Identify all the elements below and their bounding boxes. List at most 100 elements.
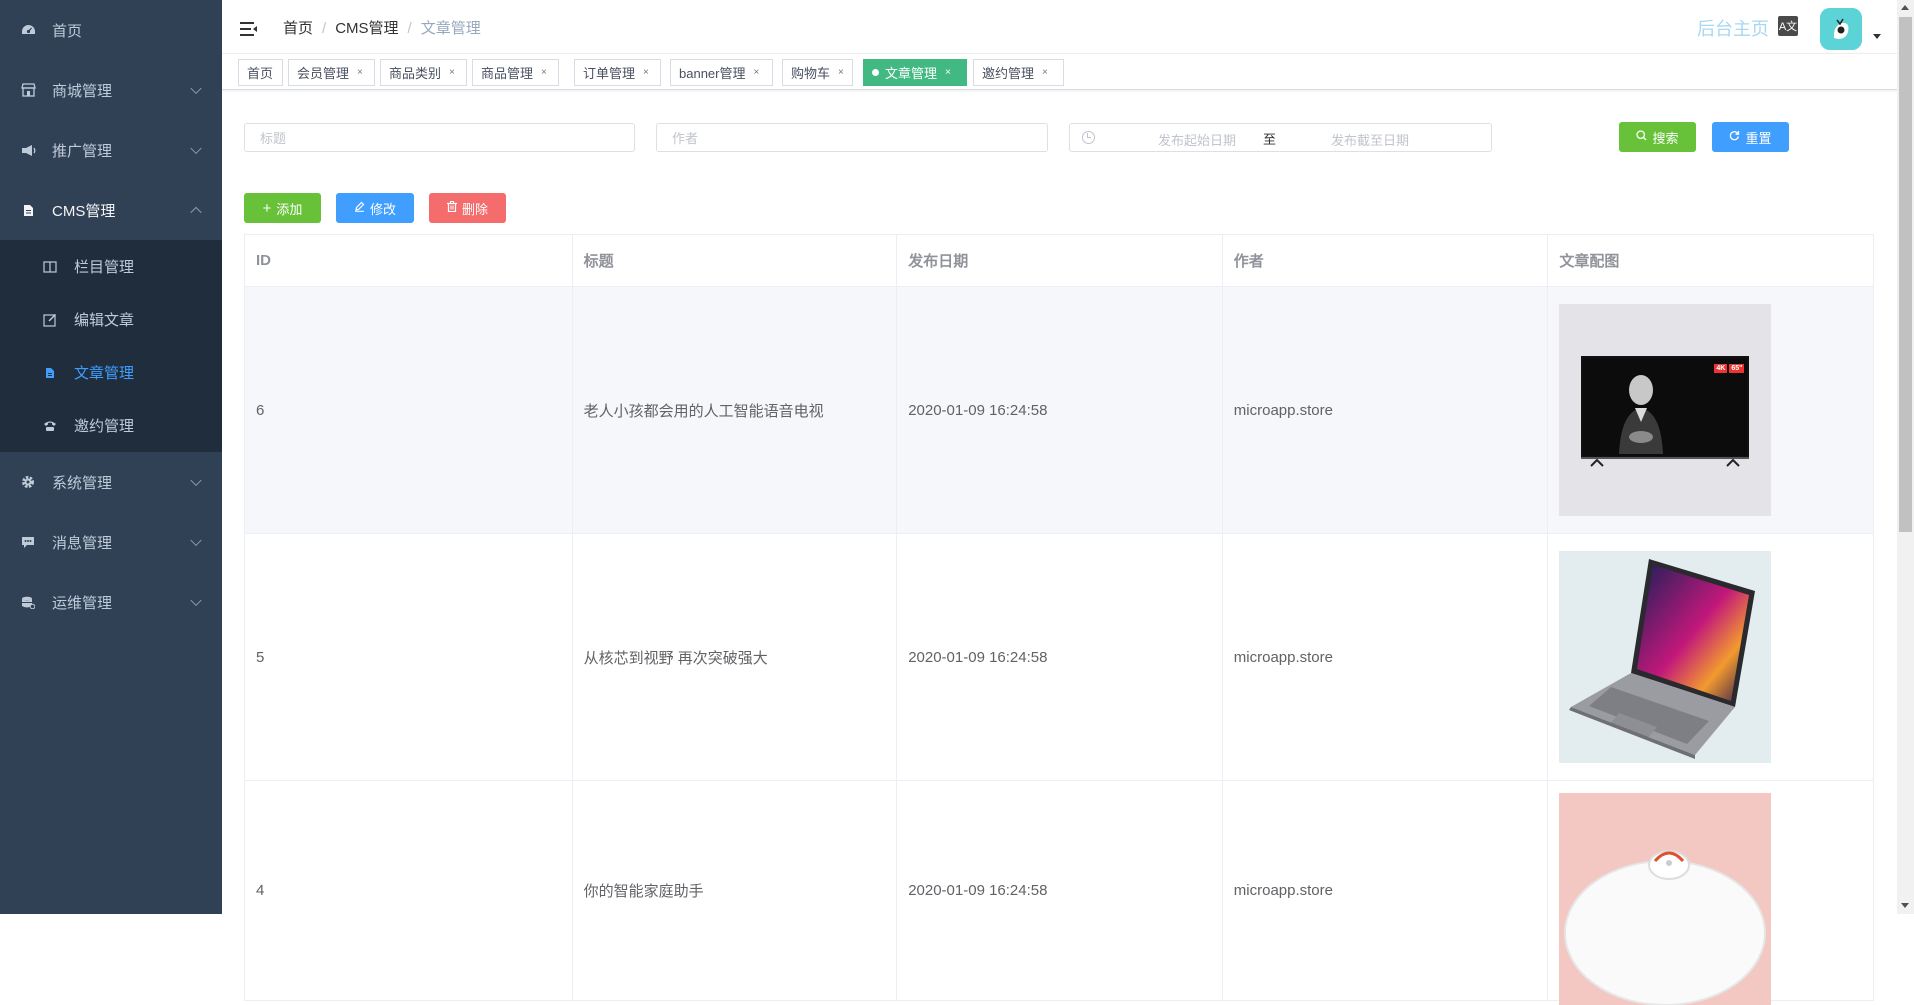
tag-article-active[interactable]: 文章管理 × <box>863 59 967 86</box>
sidebar-item-label: 推广管理 <box>52 142 113 160</box>
caret-down-icon[interactable] <box>1873 34 1881 39</box>
tag-label: banner管理 <box>679 66 746 81</box>
date-start-input[interactable]: 发布起始日期 <box>1142 130 1252 149</box>
tag-label: 会员管理 <box>297 66 350 81</box>
sidebar-item-promotion[interactable]: 推广管理 <box>0 120 222 180</box>
shop-icon <box>20 82 36 98</box>
book-icon <box>42 259 58 275</box>
cell-author: microapp.store <box>1223 534 1549 780</box>
tag-label: 商品管理 <box>481 66 534 81</box>
tv-badge-size: 65" <box>1729 364 1745 373</box>
add-button[interactable]: + 添加 <box>244 193 321 223</box>
cell-date: 2020-01-09 16:24:58 <box>897 534 1223 780</box>
close-icon[interactable]: × <box>643 67 649 78</box>
edit-button[interactable]: 修改 <box>336 193 414 223</box>
sidebar-item-message[interactable]: 消息管理 <box>0 512 222 572</box>
tag-banner[interactable]: banner管理 × <box>670 59 773 86</box>
tags-view: 首页 会员管理 × 商品类别 × 商品管理 × 订单管理 × banner管理 × 购物车… <box>222 53 1897 90</box>
column-header-date[interactable]: 发布日期 <box>897 235 1223 286</box>
tag-label: 首页 <box>247 66 274 81</box>
sidebar-item-label: CMS管理 <box>52 202 116 220</box>
edit-button-label: 修改 <box>369 201 396 217</box>
tv-badge-4k: 4K <box>1714 364 1728 373</box>
delete-button[interactable]: 删除 <box>429 193 506 223</box>
megaphone-icon <box>20 142 36 158</box>
sidebar-item-label: 文章管理 <box>74 365 135 382</box>
cell-date: 2020-01-09 16:24:58 <box>897 287 1223 533</box>
add-button-label: 添加 <box>276 201 303 217</box>
sidebar-item-cms[interactable]: CMS管理 <box>0 180 222 240</box>
cell-id: 5 <box>245 534 573 780</box>
breadcrumb-current: 文章管理 <box>420 20 481 37</box>
close-icon[interactable]: × <box>449 67 455 78</box>
reset-button[interactable]: 重置 <box>1712 122 1789 152</box>
hamburger-icon[interactable] <box>240 22 258 38</box>
tag-member[interactable]: 会员管理 × <box>288 59 375 86</box>
scrollbar-thumb[interactable] <box>1899 17 1912 532</box>
sidebar-item-label: 运维管理 <box>52 594 113 612</box>
breadcrumb-home[interactable]: 首页 <box>283 20 313 37</box>
backend-home-link[interactable]: 后台主页 <box>1697 15 1769 41</box>
tag-label: 订单管理 <box>583 66 636 81</box>
trash-icon <box>446 201 457 215</box>
sidebar-item-article-manage[interactable]: 文章管理 <box>0 346 222 399</box>
table-row[interactable]: 6 老人小孩都会用的人工智能语音电视 2020-01-09 16:24:58 m… <box>245 287 1873 534</box>
phone-icon <box>42 418 58 434</box>
tag-home[interactable]: 首页 <box>238 59 283 86</box>
tag-label: 文章管理 <box>885 66 938 81</box>
sidebar-item-home[interactable]: 首页 <box>0 0 222 60</box>
language-icon[interactable]: A文 <box>1778 16 1798 36</box>
close-icon[interactable]: × <box>357 67 363 78</box>
edit-icon <box>42 312 58 328</box>
column-header-title[interactable]: 标题 <box>573 235 898 286</box>
sidebar-item-mall[interactable]: 商城管理 <box>0 60 222 120</box>
tag-goods[interactable]: 商品管理 × <box>472 59 559 86</box>
cms-submenu: 栏目管理 编辑文章 文章管理 邀约管理 <box>0 240 222 452</box>
search-button[interactable]: 搜索 <box>1619 122 1696 152</box>
table-row[interactable]: 4 你的智能家庭助手 2020-01-09 16:24:58 microapp.… <box>245 781 1873 1005</box>
close-icon[interactable]: × <box>945 67 951 78</box>
chevron-down-icon <box>190 82 202 95</box>
tag-invitation[interactable]: 邀约管理 × <box>973 59 1064 86</box>
avatar[interactable] <box>1820 8 1862 50</box>
close-icon[interactable]: × <box>1042 67 1048 78</box>
plus-icon: + <box>262 199 272 217</box>
sidebar-item-label: 首页 <box>52 22 83 40</box>
sidebar-item-edit-article[interactable]: 编辑文章 <box>0 293 222 346</box>
article-image-robot-vacuum[interactable] <box>1559 793 1772 1005</box>
cell-title: 从核芯到视野 再次突破强大 <box>573 534 898 780</box>
delete-button-label: 删除 <box>461 201 488 217</box>
scroll-up-arrow-icon[interactable] <box>1901 5 1909 10</box>
date-end-input[interactable]: 发布截至日期 <box>1315 130 1425 149</box>
table-header: ID 标题 发布日期 作者 文章配图 <box>245 235 1873 287</box>
page-scrollbar[interactable] <box>1897 0 1914 914</box>
close-icon[interactable]: × <box>838 67 844 78</box>
article-table: ID 标题 发布日期 作者 文章配图 6 老人小孩都会用的人工智能语音电视 20… <box>244 234 1874 1005</box>
breadcrumb-cms[interactable]: CMS管理 <box>335 20 398 37</box>
close-icon[interactable]: × <box>541 67 547 78</box>
sidebar-item-label: 商城管理 <box>52 82 113 100</box>
column-header-id[interactable]: ID <box>245 235 573 286</box>
tag-cart[interactable]: 购物车 × <box>782 59 853 86</box>
scroll-down-arrow-icon[interactable] <box>1901 903 1909 908</box>
sidebar-item-system[interactable]: 系统管理 <box>0 452 222 512</box>
search-button-label: 搜索 <box>1652 130 1679 146</box>
sidebar-item-label: 系统管理 <box>52 474 113 492</box>
tag-category[interactable]: 商品类别 × <box>380 59 467 86</box>
article-image-tv[interactable]: 4K 65" <box>1559 304 1772 516</box>
column-header-author[interactable]: 作者 <box>1223 235 1549 286</box>
sidebar-item-invitation[interactable]: 邀约管理 <box>0 399 222 452</box>
column-header-image[interactable]: 文章配图 <box>1548 235 1873 286</box>
tag-order[interactable]: 订单管理 × <box>574 59 661 86</box>
sidebar-item-ops[interactable]: 运维管理 <box>0 572 222 632</box>
close-icon[interactable]: × <box>753 67 759 78</box>
sidebar-item-label: 邀约管理 <box>74 418 135 435</box>
server-icon <box>20 594 36 610</box>
publish-date-range-picker[interactable]: 发布起始日期 至 发布截至日期 <box>1069 123 1492 152</box>
article-image-laptop[interactable] <box>1559 551 1772 763</box>
author-search-input[interactable]: 作者 <box>656 123 1048 152</box>
title-search-input[interactable]: 标题 <box>244 123 635 152</box>
sidebar-item-columns[interactable]: 栏目管理 <box>0 240 222 293</box>
chevron-down-icon <box>190 594 202 607</box>
table-row[interactable]: 5 从核芯到视野 再次突破强大 2020-01-09 16:24:58 micr… <box>245 534 1873 781</box>
